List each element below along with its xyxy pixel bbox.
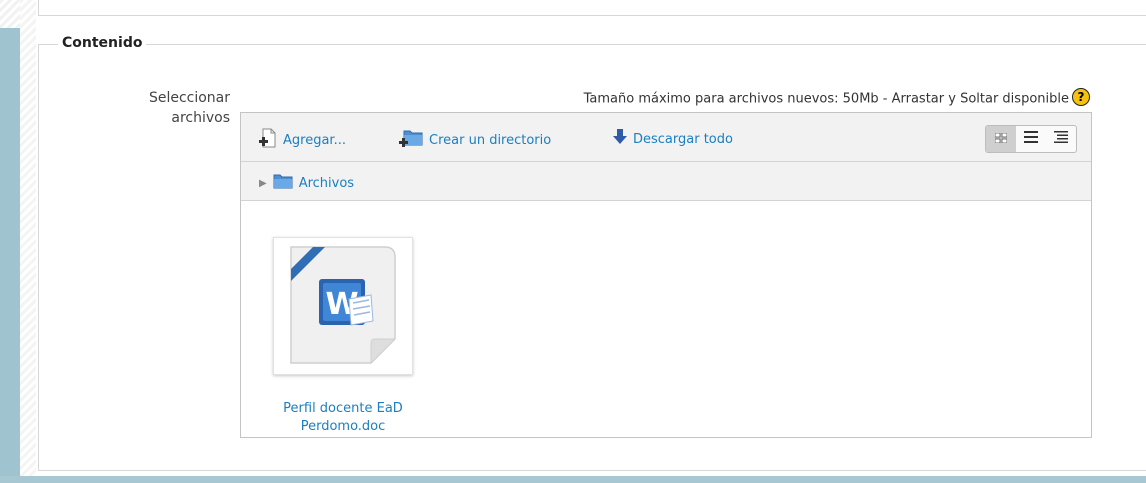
tree-list-icon <box>1054 131 1068 147</box>
download-all-button[interactable]: Descargar todo <box>613 128 733 150</box>
list-icon <box>1024 131 1038 147</box>
file-item[interactable]: W Perfil docente EaD Perdomo.doc <box>273 237 413 436</box>
grid-icon <box>994 131 1008 147</box>
field-label-line2: archivos <box>171 110 230 126</box>
help-icon[interactable]: ? <box>1072 88 1090 106</box>
previous-section-edge <box>38 0 1146 16</box>
list-view-button[interactable] <box>1016 126 1046 152</box>
icons-view-button[interactable] <box>986 126 1016 152</box>
tree-view-button[interactable] <box>1046 126 1076 152</box>
file-thumbnail: W <box>273 237 413 375</box>
add-file-button[interactable]: Agregar... <box>259 128 346 152</box>
create-directory-label: Crear un directorio <box>429 132 552 148</box>
field-label: Seleccionar archivos <box>100 88 230 128</box>
folder-add-icon <box>399 128 423 152</box>
file-manager: Agregar... Crear un directorio Descargar… <box>240 112 1092 438</box>
file-name-line2: Perdomo.doc <box>300 419 386 434</box>
max-size-text: Tamaño máximo para archivos nuevos: 50Mb… <box>583 91 1069 107</box>
path-folder-archivos[interactable]: ▶ Archivos <box>259 173 354 193</box>
field-label-line1: Seleccionar <box>148 90 230 106</box>
folder-icon <box>273 173 293 193</box>
file-manager-toolbar: Agregar... Crear un directorio Descargar… <box>241 113 1091 162</box>
file-name-line1: Perfil docente EaD <box>283 401 403 416</box>
max-size-info: Tamaño máximo para archivos nuevos: 50Mb… <box>480 88 1090 108</box>
path-bar: ▶ Archivos <box>241 162 1091 201</box>
inner-page-edge <box>20 0 36 476</box>
left-blue-panel <box>0 28 20 476</box>
file-name[interactable]: Perfil docente EaD Perdomo.doc <box>273 400 413 436</box>
expand-triangle-icon: ▶ <box>259 177 267 189</box>
download-all-label: Descargar todo <box>633 131 733 147</box>
path-folder-label: Archivos <box>298 175 355 191</box>
download-arrow-icon <box>613 128 627 150</box>
add-file-label: Agregar... <box>283 132 346 148</box>
add-file-icon <box>259 128 277 152</box>
bottom-blue-bar <box>0 476 1146 483</box>
view-mode-switcher <box>985 125 1077 153</box>
create-directory-button[interactable]: Crear un directorio <box>399 128 551 152</box>
section-legend: Contenido <box>58 35 147 51</box>
